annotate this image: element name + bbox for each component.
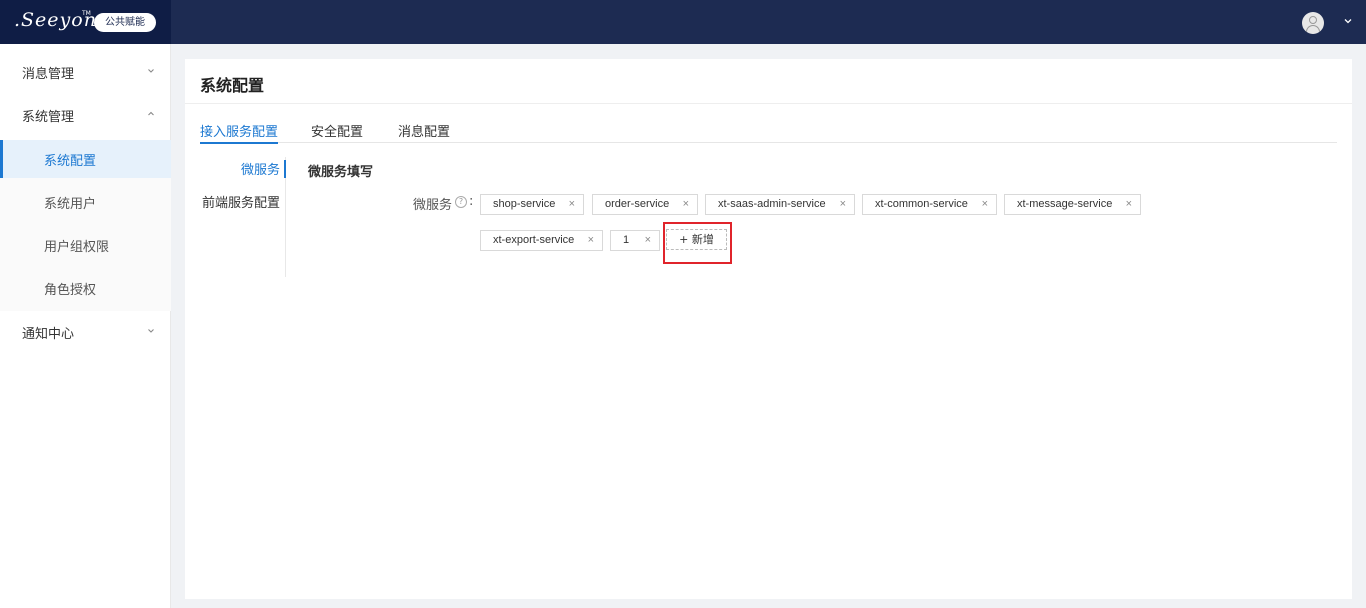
tag-label: xt-export-service [493, 234, 575, 246]
top-bar: .Seeyon TM 公共赋能 [0, 0, 1366, 44]
tag-label: shop-service [493, 198, 556, 210]
sidebar-item-system-config[interactable]: 系统配置 [0, 140, 171, 178]
tag-xt-saas-admin-service: xt-saas-admin-service × [705, 194, 855, 215]
tab-bar: 接入服务配置 安全配置 消息配置 [200, 121, 1337, 144]
chevron-up-icon [148, 111, 154, 116]
side-nav-microservice[interactable]: 微服务 [199, 159, 286, 179]
chevron-down-icon [148, 329, 154, 333]
close-icon[interactable]: × [588, 231, 594, 250]
sidebar-group-label: 通知中心 [22, 327, 75, 342]
tag-xt-message-service: xt-message-service × [1004, 194, 1141, 215]
field-label-microservice: 微服务 [413, 198, 453, 213]
tab-message-config[interactable]: 消息配置 [398, 121, 450, 143]
chevron-down-icon [148, 69, 154, 73]
logo-trademark: TM [82, 10, 91, 17]
sidebar-item-label: 用户组权限 [44, 240, 110, 255]
side-nav-frontend-service-config[interactable]: 前端服务配置 [199, 192, 285, 212]
logo-area: .Seeyon TM 公共赋能 [0, 0, 171, 44]
main-panel: 系统配置 接入服务配置 安全配置 消息配置 微服务 前端服务配置 微服务填写 微… [185, 59, 1352, 599]
close-icon[interactable]: × [569, 195, 575, 214]
tag-label: xt-message-service [1017, 198, 1113, 210]
sidebar-group-system-management[interactable]: 系统管理 [0, 93, 171, 136]
tag-order-service: order-service × [592, 194, 698, 215]
field-colon: : [469, 194, 474, 209]
tab-security-config[interactable]: 安全配置 [311, 121, 363, 143]
tag-label: xt-saas-admin-service [718, 198, 826, 210]
tag-label: xt-common-service [875, 198, 968, 210]
help-icon[interactable]: ? [455, 196, 467, 208]
close-icon[interactable]: × [982, 195, 988, 214]
highlight-box [663, 222, 732, 264]
tab-access-service-config[interactable]: 接入服务配置 [200, 121, 279, 144]
sidebar-item-user-group-permissions[interactable]: 用户组权限 [0, 226, 171, 264]
sidebar-group-label: 消息管理 [22, 67, 75, 82]
sidebar: 消息管理 系统管理 系统配置 系统用户 用户组权限 角色授权 通知中心 [0, 44, 171, 608]
tag-xt-export-service: xt-export-service × [480, 230, 603, 251]
tag-xt-common-service: xt-common-service × [862, 194, 997, 215]
title-divider [185, 103, 1352, 104]
close-icon[interactable]: × [683, 195, 689, 214]
sidebar-item-label: 系统用户 [44, 197, 97, 212]
close-icon[interactable]: × [1126, 195, 1132, 214]
sidebar-item-role-authorization[interactable]: 角色授权 [0, 269, 171, 307]
sidebar-item-label: 系统配置 [44, 154, 97, 169]
logo-badge: 公共赋能 [94, 13, 156, 32]
tag-label: order-service [605, 198, 670, 210]
close-icon[interactable]: × [645, 231, 651, 250]
tag-shop-service: shop-service × [480, 194, 584, 215]
section-title: 微服务填写 [308, 165, 374, 180]
tag-1: 1 × [610, 230, 660, 251]
chevron-down-icon[interactable] [1342, 15, 1354, 27]
side-nav: 微服务 前端服务配置 [200, 157, 286, 277]
sidebar-item-system-users[interactable]: 系统用户 [0, 183, 171, 221]
sidebar-group-message-management[interactable]: 消息管理 [0, 50, 171, 93]
sidebar-group-notification-center[interactable]: 通知中心 [0, 310, 171, 353]
sidebar-item-label: 角色授权 [44, 283, 97, 298]
page-title: 系统配置 [200, 76, 265, 95]
user-icon[interactable] [1302, 12, 1324, 34]
tag-label: 1 [623, 234, 630, 246]
close-icon[interactable]: × [840, 195, 846, 214]
submenu-container: 系统配置 系统用户 用户组权限 角色授权 [0, 140, 171, 311]
sidebar-group-label: 系统管理 [22, 110, 75, 125]
